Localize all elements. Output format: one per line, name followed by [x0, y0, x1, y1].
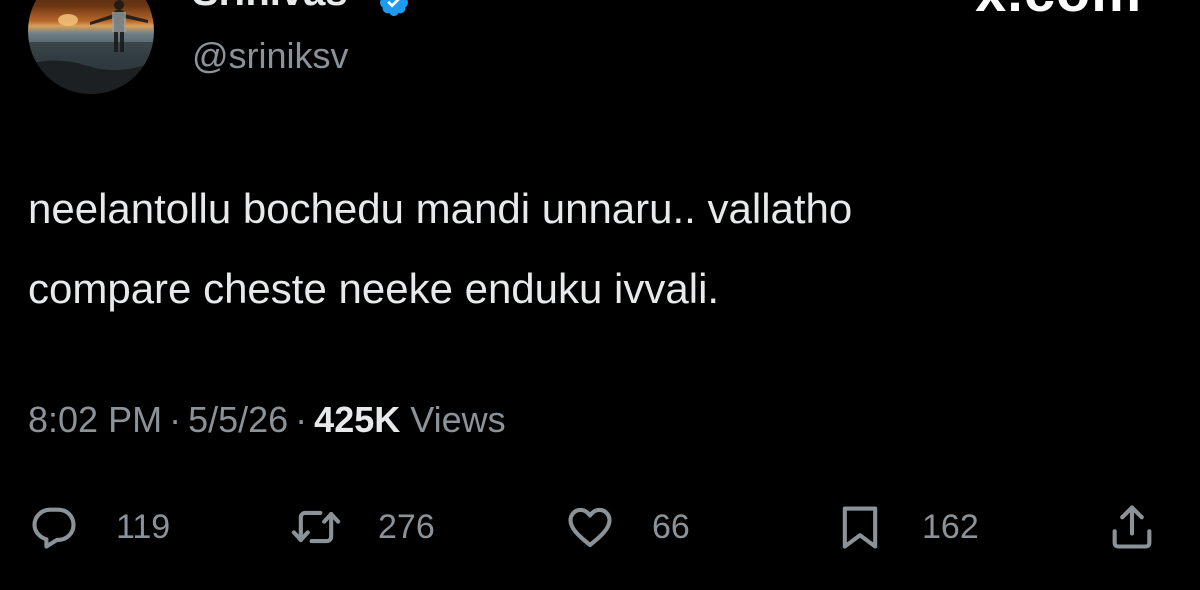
tweet-meta: 8:02 PM · 5/5/26 · 425K Views [28, 402, 506, 438]
meta-separator: · [295, 399, 308, 440]
tweet-line: neelantollu bochedu mandi unnaru.. valla… [28, 185, 853, 232]
reply-icon [32, 507, 76, 549]
display-name[interactable]: Srinivas [192, 0, 348, 12]
handle[interactable]: @sriniksv [192, 38, 349, 74]
like-count: 66 [652, 507, 690, 546]
views-count: 425K [314, 399, 401, 440]
share-button[interactable] [1106, 497, 1158, 557]
tweet-date[interactable]: 5/5/26 [188, 399, 288, 440]
bookmark-count: 162 [922, 507, 979, 546]
retweet-button[interactable]: 276 [290, 497, 435, 557]
bookmark-button[interactable]: 162 [834, 497, 979, 557]
views-label: Views [410, 399, 506, 440]
reply-button[interactable]: 119 [28, 497, 170, 557]
retweet-icon [291, 510, 341, 544]
site-watermark: x.com [975, 0, 1142, 20]
avatar-photo [28, 0, 154, 94]
avatar[interactable] [28, 0, 154, 94]
action-bar: 119 276 66 162 [28, 497, 1168, 557]
heart-icon [568, 507, 612, 548]
verified-badge-icon [380, 0, 408, 16]
retweet-count: 276 [378, 507, 435, 546]
meta-separator: · [169, 399, 182, 440]
tweet-text: neelantollu bochedu mandi unnaru.. valla… [28, 186, 1168, 312]
tweet-time[interactable]: 8:02 PM [28, 399, 162, 440]
share-icon [1112, 505, 1152, 549]
tweet-line: compare cheste neeke enduku ivvali. [28, 265, 720, 312]
bookmark-icon [842, 506, 878, 549]
reply-count: 119 [116, 507, 171, 546]
like-button[interactable]: 66 [564, 497, 690, 557]
